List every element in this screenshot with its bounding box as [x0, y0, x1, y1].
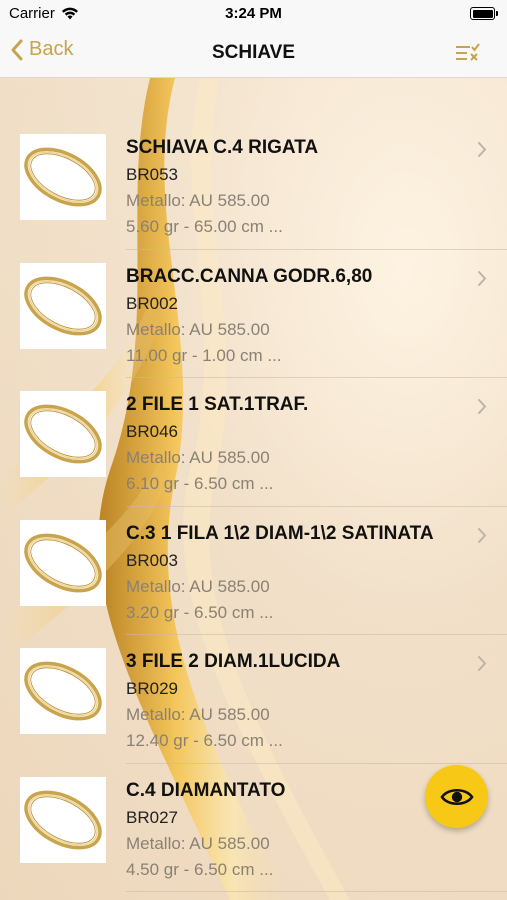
filter-list-icon: [456, 43, 480, 61]
item-specs: 4.50 gr - 6.50 cm ...: [126, 859, 274, 879]
item-metal: Metallo: AU 585.00: [126, 319, 270, 339]
item-code: BR053: [126, 165, 178, 184]
bracelet-image: [24, 404, 102, 464]
bracelet-image: [24, 147, 102, 207]
divider: [126, 891, 507, 892]
bracelet-thumbnail: [20, 648, 106, 734]
item-metal: Metallo: AU 585.00: [126, 833, 270, 853]
chevron-right-icon: [478, 527, 487, 543]
item-specs: 6.10 gr - 6.50 cm ...: [126, 474, 274, 493]
item-specs: 12.40 gr - 6.50 cm ...: [126, 731, 283, 750]
bracelet-image: [24, 276, 102, 335]
item-title: BRACC.CANNA GODR.6,80: [126, 265, 373, 287]
item-metal: Metallo: AU 585.00: [126, 576, 270, 596]
item-info: C.4 DIAMANTATO BR027 Metallo: AU 585.00 …: [126, 780, 467, 880]
bracelet-thumbnail: [20, 391, 106, 477]
view-button[interactable]: [425, 765, 488, 828]
navigation-bar: Back SCHIAVE: [0, 28, 507, 78]
item-code: BR027: [126, 807, 178, 827]
item-metal: Metallo: AU 585.00: [126, 448, 270, 467]
status-bar: Carrier 3:24 PM: [0, 0, 507, 28]
item-code: BR002: [126, 293, 178, 313]
filter-button[interactable]: [455, 42, 481, 69]
item-title: C.4 DIAMANTATO: [126, 779, 286, 801]
bracelet-image: [24, 533, 102, 592]
item-specs: 5.60 gr - 65.00 cm ...: [126, 217, 283, 236]
item-title: 2 FILE 1 SAT.1TRAF.: [126, 394, 309, 415]
item-code: BR029: [126, 679, 178, 698]
item-specs: 3.20 gr - 6.50 cm ...: [126, 602, 274, 622]
list-item[interactable]: C.3 1 FILA 1\2 DIAM-1\2 SATINATA BR003 M…: [0, 507, 507, 635]
item-title: C.3 1 FILA 1\2 DIAM-1\2 SATINATA: [126, 522, 434, 544]
bracelet-image: [24, 790, 102, 849]
item-title: 3 FILE 2 DIAM.1LUCIDA: [126, 651, 341, 672]
list-item[interactable]: BRACC.CANNA GODR.6,80 BR002 Metallo: AU …: [0, 250, 507, 378]
chevron-right-icon: [478, 656, 487, 671]
status-time: 3:24 PM: [225, 5, 282, 22]
item-info: SCHIAVA C.4 RIGATA BR053 Metallo: AU 585…: [126, 137, 467, 237]
bracelet-image: [24, 661, 102, 721]
item-info: 3 FILE 2 DIAM.1LUCIDA BR029 Metallo: AU …: [126, 651, 467, 751]
bracelet-thumbnail: [20, 519, 106, 606]
eye-icon: [439, 788, 474, 805]
item-metal: Metallo: AU 585.00: [126, 705, 270, 724]
item-title: SCHIAVA C.4 RIGATA: [126, 137, 319, 158]
list-item[interactable]: SCHIAVA C.4 RIGATA BR053 Metallo: AU 585…: [0, 121, 507, 250]
bracelet-thumbnail: [20, 134, 106, 220]
chevron-right-icon: [478, 399, 487, 414]
item-code: BR046: [126, 422, 178, 441]
page-title: SCHIAVE: [211, 42, 296, 63]
item-specs: 11.00 gr - 1.00 cm ...: [126, 345, 282, 365]
list-item[interactable]: 3 FILE 2 DIAM.1LUCIDA BR029 Metallo: AU …: [0, 635, 507, 764]
item-info: BRACC.CANNA GODR.6,80 BR002 Metallo: AU …: [126, 266, 467, 366]
bracelet-thumbnail: [20, 262, 106, 349]
battery-icon: [470, 7, 498, 20]
chevron-right-icon: [478, 142, 487, 157]
item-metal: Metallo: AU 585.00: [126, 191, 270, 210]
item-info: C.3 1 FILA 1\2 DIAM-1\2 SATINATA BR003 M…: [126, 523, 467, 623]
bracelet-thumbnail: [20, 776, 106, 863]
item-code: BR003: [126, 550, 178, 570]
item-info: 2 FILE 1 SAT.1TRAF. BR046 Metallo: AU 58…: [126, 394, 467, 494]
chevron-right-icon: [478, 270, 487, 286]
list-item[interactable]: 2 FILE 1 SAT.1TRAF. BR046 Metallo: AU 58…: [0, 378, 507, 507]
